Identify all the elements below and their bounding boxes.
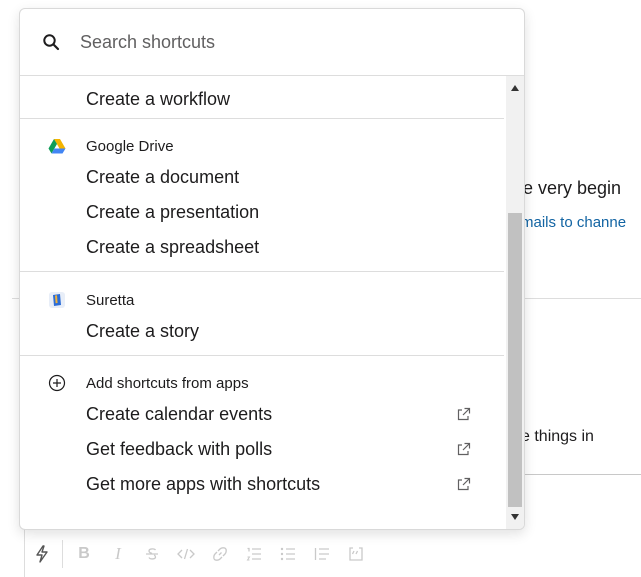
shortcut-item[interactable]: Create a story <box>20 314 504 349</box>
shortcuts-icon <box>36 545 48 563</box>
shortcut-label: Create a document <box>86 167 240 187</box>
ordered-list-icon <box>246 547 261 561</box>
code-button[interactable] <box>169 537 203 571</box>
shortcut-label: Create a story <box>86 321 200 341</box>
search-bar <box>20 9 524 76</box>
section-title: Suretta <box>86 291 135 309</box>
link-button[interactable] <box>203 537 237 571</box>
strikethrough-button[interactable] <box>135 537 169 571</box>
section-google-drive: Google Drive Create a document Create a … <box>20 119 504 272</box>
section-add-shortcuts: Add shortcuts from apps Create calendar … <box>20 356 504 502</box>
italic-button[interactable]: I <box>101 537 135 571</box>
code-block-icon <box>349 547 363 561</box>
shortcut-item[interactable]: Create a workflow <box>20 82 504 117</box>
blockquote-button[interactable] <box>305 537 339 571</box>
shortcut-item[interactable]: Get feedback with polls <box>20 432 504 467</box>
shortcut-item[interactable]: Create a document <box>20 160 504 195</box>
section-title: Google Drive <box>86 137 174 155</box>
toolbar-divider <box>62 540 63 568</box>
channel-intro-text: ne very begin <box>513 178 622 198</box>
code-block-button[interactable] <box>339 537 373 571</box>
strikethrough-icon <box>146 548 158 560</box>
section-title: Add shortcuts from apps <box>86 374 249 392</box>
shortcut-label: Create calendar events <box>86 404 273 424</box>
shortcut-item[interactable]: Create a spreadsheet <box>20 230 504 265</box>
external-link-icon <box>457 477 471 491</box>
shortcut-label: Create a presentation <box>86 202 260 222</box>
scroll-up-arrow[interactable] <box>506 80 524 96</box>
suretta-icon <box>48 291 66 309</box>
external-link-icon <box>457 407 471 421</box>
section-header: Google Drive <box>20 132 504 160</box>
section-suretta: Suretta Create a story <box>20 272 504 356</box>
google-drive-icon <box>48 137 66 155</box>
search-icon <box>43 34 60 51</box>
triangle-down-icon <box>511 514 519 520</box>
triangle-up-icon <box>511 85 519 91</box>
bulleted-list-button[interactable] <box>271 537 305 571</box>
external-link-icon <box>457 442 471 456</box>
shortcut-label: Get feedback with polls <box>86 439 273 459</box>
section-header[interactable]: Add shortcuts from apps <box>20 369 504 397</box>
scrollbar[interactable] <box>506 76 524 529</box>
divider <box>521 474 641 475</box>
italic-icon: I <box>115 544 121 563</box>
shortcuts-button[interactable] <box>24 537 60 571</box>
email-to-channel-link[interactable]: mails to channe <box>521 214 626 231</box>
composer-hint-text: e things in <box>521 428 594 445</box>
shortcut-item[interactable]: Create calendar events <box>20 397 504 432</box>
section-workflows: Create a workflow <box>20 76 504 119</box>
shortcut-item[interactable]: Get more apps with shortcuts <box>20 467 504 502</box>
code-icon <box>177 548 195 560</box>
bulleted-list-icon <box>280 547 295 561</box>
link-icon <box>213 547 227 561</box>
bold-button[interactable]: B <box>67 537 101 571</box>
ordered-list-button[interactable] <box>237 537 271 571</box>
blockquote-icon <box>314 548 329 560</box>
scroll-down-arrow[interactable] <box>506 509 524 525</box>
shortcut-item[interactable]: Create a presentation <box>20 195 504 230</box>
shortcuts-menu: Create a workflow Google Drive Create a … <box>19 8 525 530</box>
shortcut-label: Create a workflow <box>86 89 231 109</box>
bold-icon: B <box>78 545 90 562</box>
scroll-thumb[interactable] <box>508 213 522 507</box>
add-circle-icon <box>48 374 66 392</box>
section-header: Suretta <box>20 286 504 314</box>
search-input[interactable] <box>78 30 462 54</box>
shortcut-label: Create a spreadsheet <box>86 237 260 257</box>
shortcuts-list: Create a workflow Google Drive Create a … <box>20 76 504 529</box>
composer-toolbar: B I <box>24 534 373 574</box>
shortcut-label: Get more apps with shortcuts <box>86 474 321 494</box>
